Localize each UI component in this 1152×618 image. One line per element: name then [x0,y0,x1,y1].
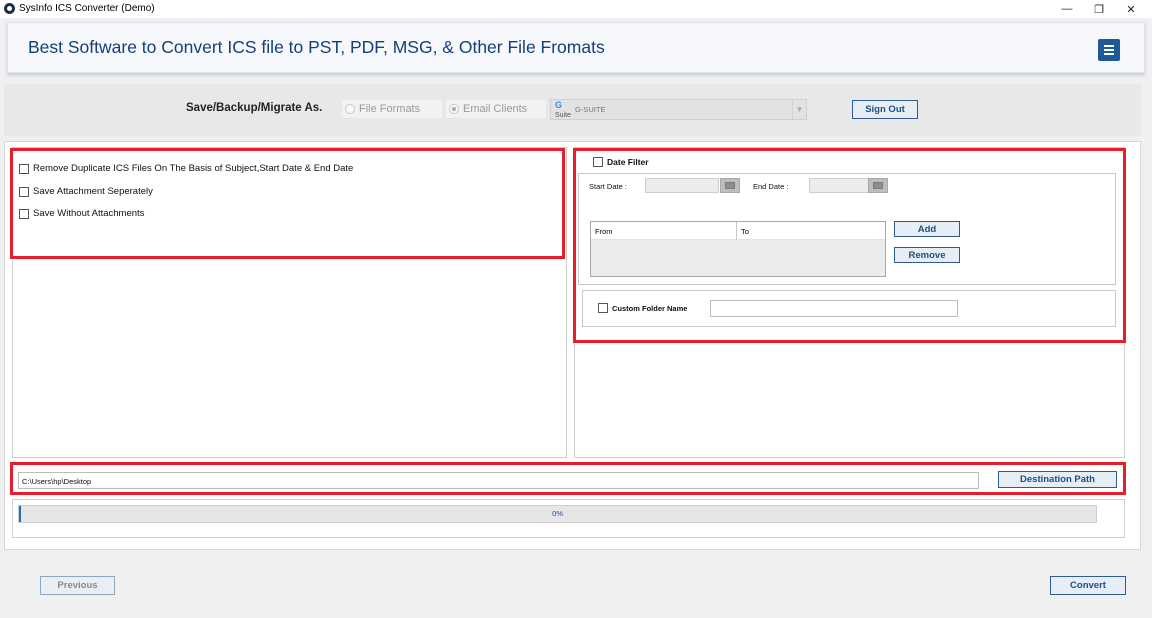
checkbox-icon [19,163,29,174]
start-date-label: Start Date : [589,182,627,191]
email-client-select-value: G-SUITE [575,105,606,114]
restore-icon[interactable]: ❐ [1082,0,1116,18]
radio-unselected-icon [345,104,355,114]
checkbox-icon [19,186,29,197]
calendar-icon[interactable] [720,178,740,193]
radio-file-formats[interactable]: File Formats [342,100,442,118]
save-options-bar: Save/Backup/Migrate As. File Formats Ema… [4,84,1141,136]
start-date-field[interactable] [645,178,719,193]
table-header: From To [591,222,885,240]
minimize-icon[interactable]: — [1050,0,1084,18]
checkbox-icon [593,157,603,167]
radio-email-clients[interactable]: Email Clients [446,100,546,118]
add-button[interactable]: Add [894,221,960,237]
save-as-label: Save/Backup/Migrate As. [186,102,323,114]
previous-button[interactable]: Previous [40,576,115,595]
checkbox-icon [598,303,608,313]
remove-duplicates-label: Remove Duplicate ICS Files On The Basis … [33,163,354,174]
hamburger-menu-icon[interactable] [1098,39,1120,61]
close-icon[interactable]: ✕ [1114,0,1148,18]
convert-button[interactable]: Convert [1050,576,1126,595]
date-filter-label: Date Filter [607,157,649,167]
radio-file-formats-label: File Formats [359,103,421,115]
radio-email-clients-label: Email Clients [463,103,528,115]
gsuite-logo-g: G [555,100,563,110]
window-title: SysInfo ICS Converter (Demo) [19,3,155,14]
column-from: From [595,227,613,236]
radio-selected-icon [449,104,459,114]
sign-out-button[interactable]: Sign Out [852,100,918,119]
app-logo-icon [4,3,15,14]
save-without-attachments-checkbox[interactable]: Save Without Attachments [19,208,144,219]
save-without-attachments-label: Save Without Attachments [33,208,145,219]
email-client-select[interactable]: G Suite G-SUITE ▼ [550,99,807,120]
progress-bar: 0% [18,505,1097,523]
gsuite-logo-suite: Suite [555,112,571,119]
header-banner: Best Software to Convert ICS file to PST… [7,22,1145,73]
save-attachment-separately-label: Save Attachment Seperately [33,186,153,197]
calendar-icon[interactable] [868,178,888,193]
custom-folder-checkbox[interactable]: Custom Folder Name [598,303,687,313]
date-range-table[interactable]: From To [590,221,886,277]
date-filter-checkbox[interactable]: Date Filter [593,157,649,167]
save-attachment-separately-checkbox[interactable]: Save Attachment Seperately [19,186,153,197]
destination-path-input[interactable]: C:\Users\hp\Desktop [18,472,979,489]
checkbox-icon [19,208,29,219]
gsuite-logo-icon: G Suite [555,100,571,120]
destination-path-button[interactable]: Destination Path [998,471,1117,488]
end-date-label: End Date : [753,182,789,191]
progress-percent: 0% [552,509,563,518]
remove-duplicates-checkbox[interactable]: Remove Duplicate ICS Files On The Basis … [19,163,353,174]
column-to: To [741,227,749,236]
remove-button[interactable]: Remove [894,247,960,263]
page-title: Best Software to Convert ICS file to PST… [28,37,605,57]
custom-folder-input[interactable] [710,300,958,317]
title-bar: SysInfo ICS Converter (Demo) — ❐ ✕ [0,0,1152,18]
custom-folder-label: Custom Folder Name [612,303,688,313]
chevron-down-icon[interactable]: ▼ [792,100,806,119]
